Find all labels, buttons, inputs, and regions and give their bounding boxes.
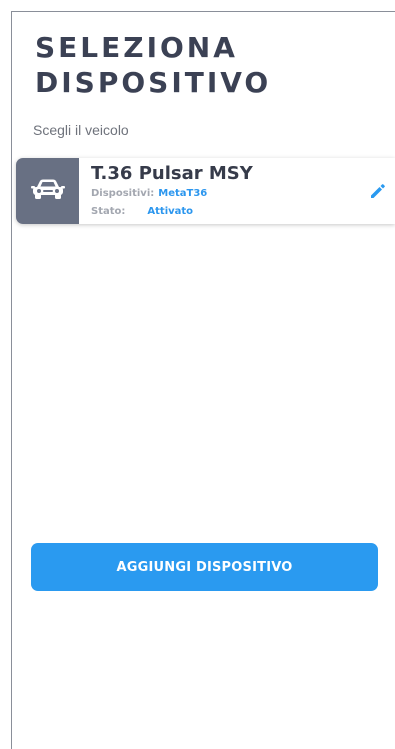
vehicle-card[interactable]: T.36 Pulsar MSY Dispositivi: MetaT36 Stat…	[16, 158, 395, 224]
page-title-line-2: DISPOSITIVO	[35, 66, 272, 99]
subtitle: Scegli il veicolo	[33, 122, 129, 138]
devices-label: Dispositivi:	[91, 188, 155, 199]
devices-value: MetaT36	[158, 188, 208, 199]
page-title: SELEZIONA DISPOSITIVO	[35, 30, 271, 100]
vehicle-thumbnail	[16, 158, 79, 224]
car-icon	[30, 178, 65, 205]
edit-pencil-icon[interactable]	[369, 182, 387, 200]
page-title-line-1: SELEZIONA	[35, 31, 238, 64]
status-label: Stato:	[91, 206, 126, 217]
add-device-button[interactable]: AGGIUNGI DISPOSITIVO	[31, 543, 378, 591]
vehicle-name: T.36 Pulsar MSY	[91, 163, 253, 184]
vehicle-devices-row: Dispositivi: MetaT36	[91, 188, 207, 199]
status-value: Attivato	[147, 206, 194, 217]
vehicle-status-row: Stato: Attivato	[91, 206, 193, 217]
